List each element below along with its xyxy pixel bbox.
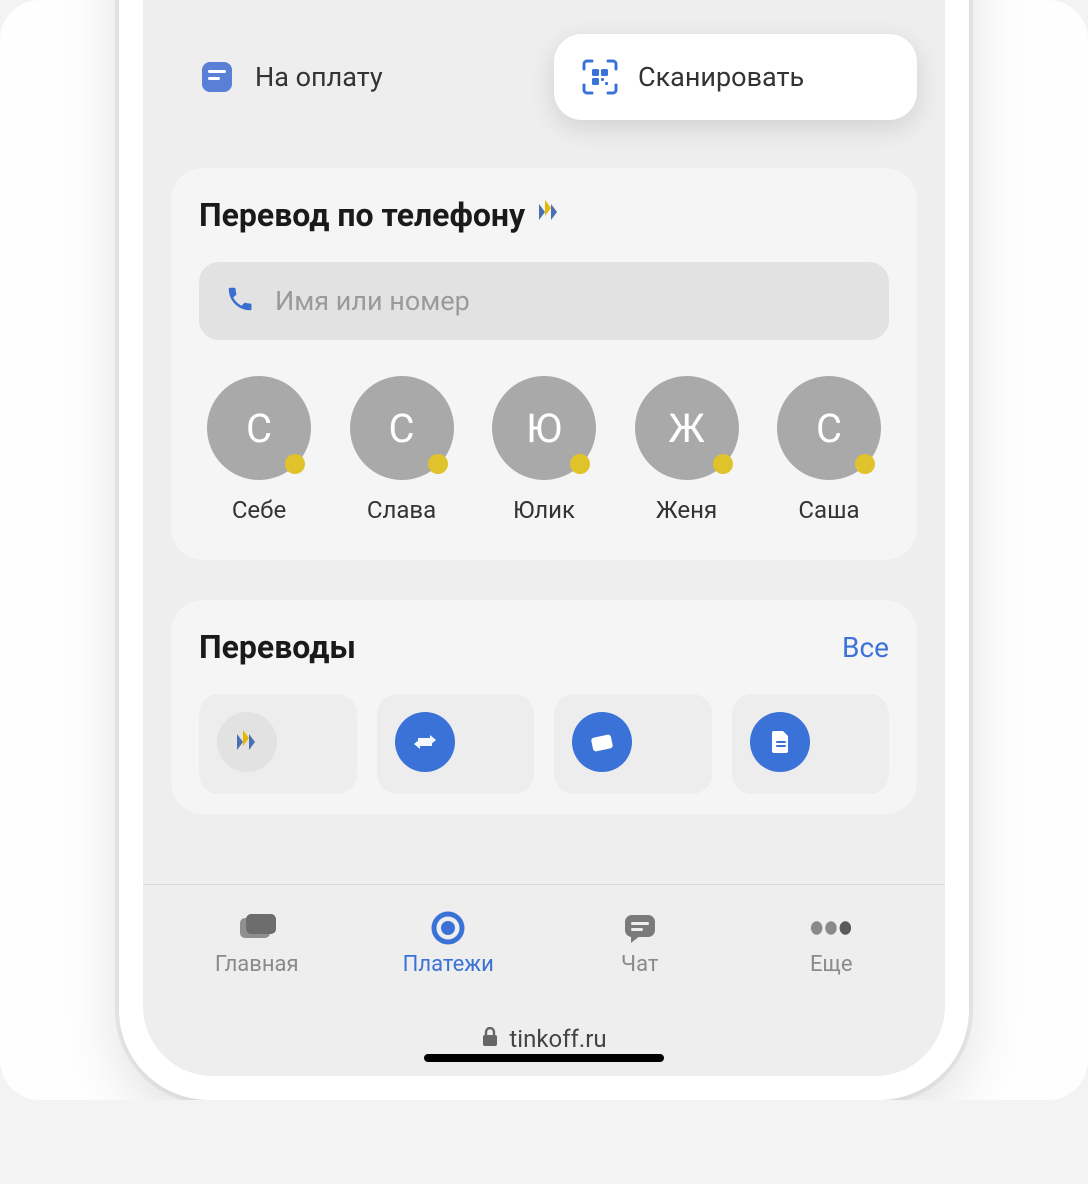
transfer-tile-between[interactable]	[377, 694, 535, 794]
tabbar: Главная Платежи	[143, 884, 945, 1002]
chat-icon	[618, 910, 662, 946]
avatar: С	[777, 376, 881, 480]
transfers-title-text: Переводы	[199, 628, 356, 666]
chips-row: На оплату	[171, 34, 917, 120]
tab-chat[interactable]: Чат	[565, 910, 715, 977]
phone-search-field[interactable]: Имя или номер	[199, 262, 889, 340]
chip-pay[interactable]: На оплату	[171, 34, 534, 120]
content-area: На оплату	[143, 0, 945, 884]
avatar-initial: Ж	[668, 405, 704, 452]
tab-home-label: Главная	[215, 952, 299, 977]
transfer-tile-card[interactable]	[554, 694, 712, 794]
chip-scan[interactable]: Сканировать	[554, 34, 917, 120]
contact-name: Юлик	[513, 496, 575, 524]
status-dot	[713, 454, 733, 474]
transfers-header: Переводы Все	[199, 628, 889, 666]
card-icon	[572, 712, 632, 772]
phone-transfer-card: Перевод по телефону	[171, 168, 917, 560]
tab-home[interactable]: Главная	[182, 910, 332, 977]
contacts-row: С Себе С Слава	[199, 376, 889, 524]
avatar: С	[350, 376, 454, 480]
transfers-grid	[199, 694, 889, 794]
contact-self[interactable]: С Себе	[199, 376, 319, 524]
phone-screen: На оплату	[143, 0, 945, 1076]
contact-name: Саша	[798, 496, 859, 524]
transfers-all-link[interactable]: Все	[842, 631, 889, 664]
transfer-tile-sbp[interactable]	[199, 694, 357, 794]
phone-transfer-title: Перевод по телефону	[199, 196, 561, 234]
contact-slava[interactable]: С Слава	[342, 376, 462, 524]
status-dot	[428, 454, 448, 474]
contact-name: Женя	[656, 496, 717, 524]
home-card-icon	[235, 910, 279, 946]
home-indicator[interactable]	[424, 1054, 664, 1062]
transfer-tile-requisites[interactable]	[732, 694, 890, 794]
arrows-icon	[395, 712, 455, 772]
document-icon	[750, 712, 810, 772]
avatar-initial: С	[388, 405, 414, 452]
lock-icon	[481, 1025, 499, 1053]
sbp-circle-icon	[217, 712, 277, 772]
phone-transfer-title-text: Перевод по телефону	[199, 196, 525, 234]
avatar-initial: Ю	[526, 405, 562, 452]
phone-search-placeholder: Имя или номер	[275, 285, 470, 317]
browser-url-text: tinkoff.ru	[509, 1025, 606, 1053]
avatar: С	[207, 376, 311, 480]
contact-yulik[interactable]: Ю Юлик	[484, 376, 604, 524]
transfers-title: Переводы	[199, 628, 356, 666]
phone-icon	[225, 284, 255, 318]
contact-name: Себе	[232, 496, 286, 524]
avatar: Ж	[635, 376, 739, 480]
tab-more-label: Еще	[810, 952, 853, 977]
avatar-initial: С	[816, 405, 842, 452]
status-dot	[855, 454, 875, 474]
contact-zhenya[interactable]: Ж Женя	[627, 376, 747, 524]
avatar: Ю	[492, 376, 596, 480]
transfers-card: Переводы Все	[171, 600, 917, 814]
tab-payments[interactable]: Платежи	[373, 910, 523, 977]
qr-scan-icon	[580, 57, 620, 97]
phone-frame: На оплату	[119, 0, 969, 1100]
status-dot	[570, 454, 590, 474]
contact-sasha[interactable]: С Саша	[769, 376, 889, 524]
phone-transfer-header: Перевод по телефону	[199, 196, 889, 234]
more-icon	[809, 910, 853, 946]
status-dot	[285, 454, 305, 474]
avatar-initial: С	[246, 405, 272, 452]
sbp-icon	[537, 196, 561, 234]
contact-name: Слава	[367, 496, 436, 524]
tab-more[interactable]: Еще	[756, 910, 906, 977]
tab-payments-label: Платежи	[403, 952, 494, 977]
browser-url-bar[interactable]: tinkoff.ru	[143, 1002, 945, 1076]
payments-icon	[426, 910, 470, 946]
stage: На оплату	[0, 0, 1088, 1100]
chip-pay-label: На оплату	[255, 61, 383, 93]
tab-chat-label: Чат	[621, 952, 658, 977]
receipt-icon	[197, 57, 237, 97]
chip-scan-label: Сканировать	[638, 61, 804, 93]
